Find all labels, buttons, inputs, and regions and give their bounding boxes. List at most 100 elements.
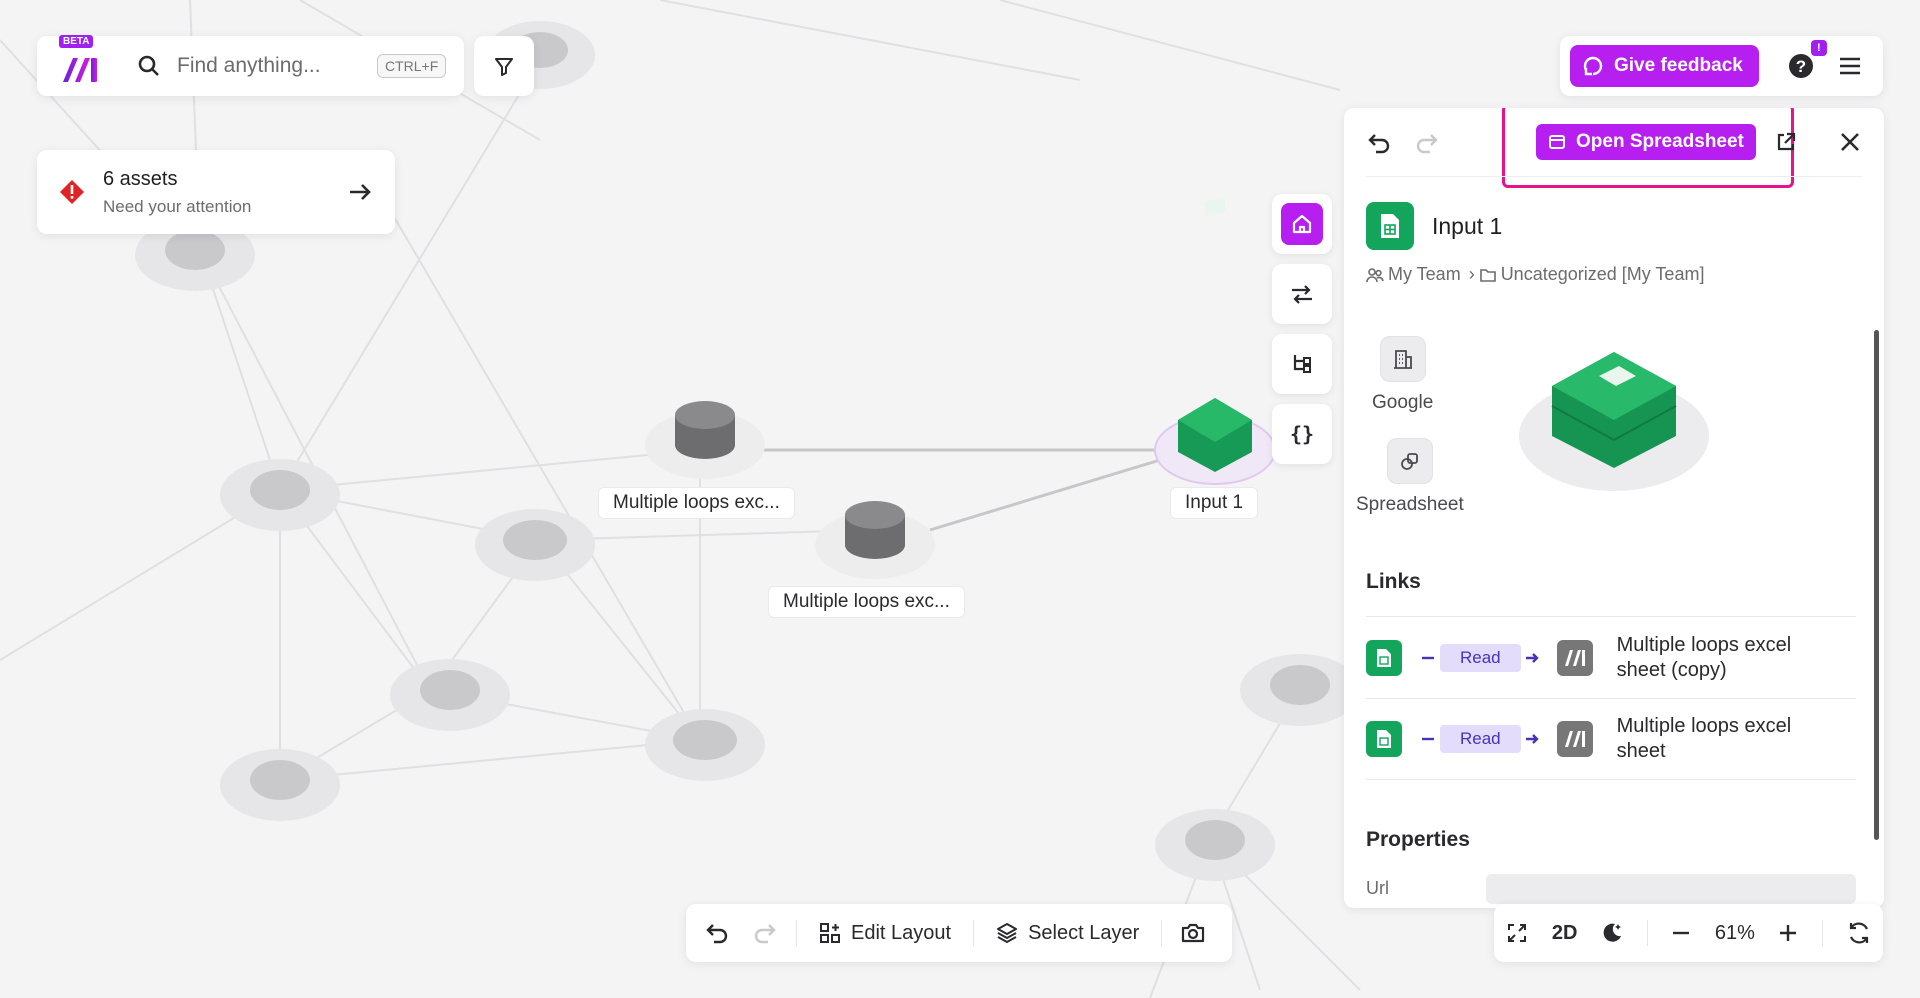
home-view-button[interactable] xyxy=(1272,194,1332,254)
folder-icon xyxy=(1479,268,1496,282)
url-field[interactable] xyxy=(1486,874,1856,904)
breadcrumb-separator: › xyxy=(1468,264,1475,284)
top-right-bar: Give feedback ? ! xyxy=(1560,36,1883,96)
filter-icon xyxy=(495,58,513,76)
view-mode-toggle[interactable]: 2D xyxy=(1552,922,1578,945)
app-spreadsheet: Spreadsheet xyxy=(1356,438,1464,516)
help-button[interactable]: ? ! xyxy=(1787,40,1827,80)
external-link-icon[interactable] xyxy=(1774,130,1798,154)
app-label-google: Google xyxy=(1372,392,1434,413)
help-icon: ? xyxy=(1788,54,1813,78)
building-icon xyxy=(1379,336,1426,382)
search-input[interactable]: Find anything... xyxy=(177,54,357,78)
arrow-right-icon xyxy=(1525,652,1539,663)
filter-button[interactable] xyxy=(474,36,534,96)
window-icon xyxy=(1549,135,1565,149)
home-button-bg xyxy=(1281,203,1323,245)
redo-icon[interactable] xyxy=(1414,130,1440,156)
warning-icon xyxy=(60,180,84,204)
toolbar-separator xyxy=(1646,920,1648,946)
moon-icon[interactable] xyxy=(1600,921,1624,945)
layers-icon xyxy=(997,923,1018,944)
toolbar-separator xyxy=(1822,920,1824,946)
zoom-level: 61% xyxy=(1714,921,1755,944)
attention-card[interactable]: 6 assets Need your attention xyxy=(37,150,395,234)
node-label-multiple-loops-1[interactable]: Multiple loops exc... xyxy=(598,487,795,519)
sheets-icon xyxy=(1381,214,1399,238)
properties-heading: Properties xyxy=(1366,828,1470,851)
node-label-input-1[interactable]: Input 1 xyxy=(1170,487,1259,519)
relation-pill: Read xyxy=(1440,725,1521,753)
fit-screen-icon[interactable] xyxy=(1505,921,1529,945)
links-heading: Links xyxy=(1366,570,1421,593)
arrow-right-icon xyxy=(1525,734,1539,744)
zoom-toolbar: 2D 61% xyxy=(1494,904,1883,962)
breadcrumb-folder[interactable]: Uncategorized [My Team] xyxy=(1501,264,1705,285)
layout-icon xyxy=(820,923,840,943)
spreadsheet-tile xyxy=(1366,202,1414,250)
link-target[interactable]: Multiple loops excel sheet (copy) xyxy=(1617,633,1837,683)
svg-text:{}: {} xyxy=(1290,422,1314,446)
open-spreadsheet-button[interactable]: Open Spreadsheet xyxy=(1536,124,1756,160)
alert-subtitle: Need your attention xyxy=(103,196,252,216)
select-layer-button[interactable]: Select Layer xyxy=(996,922,1139,945)
sheets-icon xyxy=(1366,639,1402,676)
zoom-in-icon[interactable] xyxy=(1777,922,1799,944)
spreadsheet-3d-icon xyxy=(1519,352,1709,491)
undo-icon[interactable] xyxy=(704,920,730,946)
search-icon[interactable] xyxy=(137,54,161,78)
team-icon xyxy=(1366,267,1384,282)
make-logo-icon xyxy=(63,58,97,82)
svg-text:?: ? xyxy=(1796,57,1806,76)
open-spreadsheet-label: Open Spreadsheet xyxy=(1576,131,1744,152)
zoom-out-icon[interactable] xyxy=(1670,922,1692,944)
hierarchy-view-button[interactable] xyxy=(1272,334,1332,394)
give-feedback-button[interactable]: Give feedback xyxy=(1570,45,1759,87)
redo-icon[interactable] xyxy=(752,920,778,946)
json-view-button[interactable]: {} xyxy=(1272,404,1332,464)
panel-scrollbar[interactable] xyxy=(1874,330,1879,840)
asset-details-panel: Open Spreadsheet Input 1 My Team › Uncat… xyxy=(1344,108,1884,908)
relation-pill: Read xyxy=(1440,643,1521,672)
give-feedback-label: Give feedback xyxy=(1614,55,1743,76)
alert-title: 6 assets xyxy=(103,167,178,190)
link-line-icon xyxy=(1422,737,1434,741)
toolbar-separator xyxy=(1161,920,1163,946)
node-label-multiple-loops-2[interactable]: Multiple loops exc... xyxy=(768,586,965,618)
transfer-view-button[interactable] xyxy=(1272,264,1332,324)
link-target[interactable]: Multiple loops excel sheet xyxy=(1617,714,1837,764)
arrow-right-icon[interactable] xyxy=(347,179,373,205)
search-shortcut: CTRL+F xyxy=(377,54,447,78)
property-label: Url xyxy=(1366,878,1389,898)
link-row[interactable]: Read Multiple loops excel sheet (copy) xyxy=(1366,616,1856,698)
top-search-bar: BETA Find anything... CTRL+F xyxy=(37,35,464,96)
make-logo[interactable]: BETA xyxy=(57,35,105,90)
breadcrumb-team[interactable]: My Team xyxy=(1388,264,1461,285)
asset-name: Input 1 xyxy=(1432,212,1503,239)
close-icon[interactable] xyxy=(1838,130,1862,154)
feedback-icon xyxy=(1583,56,1603,76)
edit-layout-label: Edit Layout xyxy=(851,921,952,944)
undo-icon[interactable] xyxy=(1366,130,1392,156)
app-google: Google xyxy=(1372,336,1433,414)
help-notification-badge: ! xyxy=(1810,40,1827,56)
toolbar-separator xyxy=(796,920,797,946)
breadcrumb: My Team › Uncategorized [My Team] xyxy=(1366,264,1708,285)
link-shapes-icon xyxy=(1386,438,1433,484)
bottom-toolbar: Edit Layout Select Layer xyxy=(686,904,1232,962)
link-row[interactable]: Read Multiple loops excel sheet xyxy=(1366,698,1856,780)
arrows-swap-icon xyxy=(1292,285,1312,304)
camera-icon[interactable] xyxy=(1180,920,1206,946)
braces-icon: {} xyxy=(1290,422,1314,446)
panel-divider xyxy=(1366,176,1862,177)
beta-badge: BETA xyxy=(59,35,94,48)
refresh-icon[interactable] xyxy=(1846,920,1872,946)
hamburger-menu-icon[interactable] xyxy=(1837,53,1863,79)
make-scenario-icon xyxy=(1556,639,1593,676)
select-layer-label: Select Layer xyxy=(1028,921,1140,944)
app-label-spreadsheet: Spreadsheet xyxy=(1356,494,1464,515)
edit-layout-button[interactable]: Edit Layout xyxy=(819,922,951,945)
home-icon xyxy=(1292,214,1312,234)
link-line-icon xyxy=(1422,656,1434,659)
make-scenario-icon xyxy=(1556,721,1593,757)
